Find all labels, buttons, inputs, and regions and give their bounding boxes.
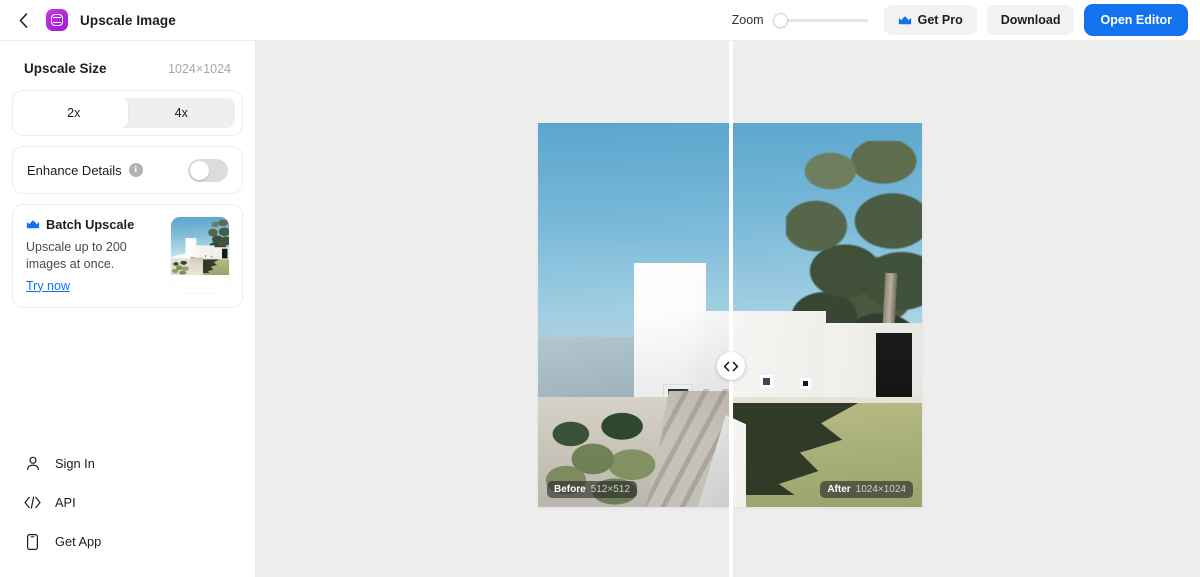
enhance-details-left: Enhance Details i: [27, 163, 143, 178]
phone-icon: [24, 533, 41, 550]
get-pro-button[interactable]: Get Pro: [883, 5, 977, 35]
sidebar-item-get-app-label: Get App: [55, 534, 102, 549]
after-badge-value: 1024×1024: [855, 484, 906, 495]
open-editor-button[interactable]: Open Editor: [1084, 4, 1188, 36]
comparison-divider: [729, 41, 733, 577]
chevron-left-icon: [19, 12, 27, 28]
sidebar-item-sign-in-label: Sign In: [55, 456, 95, 471]
sidebar-item-api[interactable]: API: [24, 483, 231, 522]
window-small-2: [800, 378, 811, 389]
white-rail: [733, 415, 746, 507]
upscale-app-icon: [46, 9, 68, 31]
scale-option-4x[interactable]: 4x: [128, 98, 236, 128]
before-pane: Before 512×512: [538, 123, 729, 507]
thumb-bush: [171, 260, 191, 275]
upscale-size-value: 1024×1024: [168, 61, 231, 76]
batch-upscale-description: Upscale up to 200 images at once.: [26, 240, 127, 272]
batch-upscale-text: Batch Upscale Upscale up to 200 images a…: [26, 217, 161, 295]
get-pro-label: Get Pro: [917, 13, 963, 27]
scale-factor-card: 2x 4x: [12, 90, 243, 136]
batch-upscale-thumbnail: [171, 217, 229, 293]
scale-segmented-control: 2x 4x: [20, 98, 235, 128]
left-right-chevrons-icon: [723, 361, 739, 371]
enhance-details-toggle[interactable]: [188, 158, 228, 182]
person-icon: [24, 456, 41, 471]
thumb-window-small-1: [204, 255, 207, 258]
toggle-knob: [190, 160, 209, 180]
batch-upscale-title: Batch Upscale: [46, 217, 135, 232]
after-image: [733, 123, 922, 507]
app-icon-glyph: [51, 14, 63, 26]
code-brackets-icon: [24, 496, 41, 509]
batch-upscale-card[interactable]: Batch Upscale Upscale up to 200 images a…: [12, 204, 243, 308]
info-icon[interactable]: i: [128, 163, 143, 177]
sidebar-nav: Sign In API Get App: [12, 444, 243, 577]
app-body: Upscale Size 1024×1024 2x 4x Enhance Det…: [0, 41, 1200, 577]
top-toolbar: Upscale Image Zoom Get Pro Download Open…: [0, 0, 1200, 41]
preview-canvas[interactable]: Before 512×512 After 1024×1024: [256, 41, 1200, 577]
back-button[interactable]: [10, 7, 36, 33]
upscale-size-label: Upscale Size: [24, 61, 107, 76]
after-pane: After 1024×1024: [733, 123, 922, 507]
zoom-label: Zoom: [731, 13, 764, 27]
before-badge-value: 512×512: [590, 484, 630, 495]
crown-icon: [898, 15, 911, 24]
zoom-slider-thumb[interactable]: [772, 12, 788, 28]
batch-upscale-try-now-link[interactable]: Try now: [26, 279, 70, 293]
before-badge-label: Before: [554, 484, 586, 495]
upscale-image-app: Upscale Image Zoom Get Pro Download Open…: [0, 0, 1200, 577]
crown-icon: [26, 220, 40, 229]
window-small-1: [760, 375, 773, 388]
before-badge: Before 512×512: [547, 481, 637, 498]
page-title: Upscale Image: [80, 12, 176, 28]
thumb-window-small-2: [210, 255, 213, 258]
settings-sidebar: Upscale Size 1024×1024 2x 4x Enhance Det…: [0, 41, 256, 577]
sidebar-item-sign-in[interactable]: Sign In: [24, 444, 231, 483]
enhance-details-card: Enhance Details i: [12, 146, 243, 194]
scale-option-2x[interactable]: 2x: [20, 98, 128, 128]
download-button[interactable]: Download: [986, 5, 1075, 35]
zoom-slider[interactable]: [772, 12, 868, 28]
batch-upscale-title-row: Batch Upscale: [26, 217, 161, 232]
upscale-size-row: Upscale Size 1024×1024: [12, 41, 243, 90]
enhance-details-label: Enhance Details: [27, 162, 122, 178]
toolbar-actions: Zoom Get Pro Download Open Editor: [732, 4, 1188, 36]
after-badge: After 1024×1024: [820, 481, 913, 498]
sidebar-item-api-label: API: [55, 495, 76, 510]
after-badge-label: After: [827, 484, 851, 495]
zoom-control: Zoom: [732, 12, 868, 28]
comparison-slider-handle[interactable]: [717, 352, 745, 380]
before-image: [538, 123, 729, 507]
sidebar-item-get-app[interactable]: Get App: [24, 522, 231, 561]
